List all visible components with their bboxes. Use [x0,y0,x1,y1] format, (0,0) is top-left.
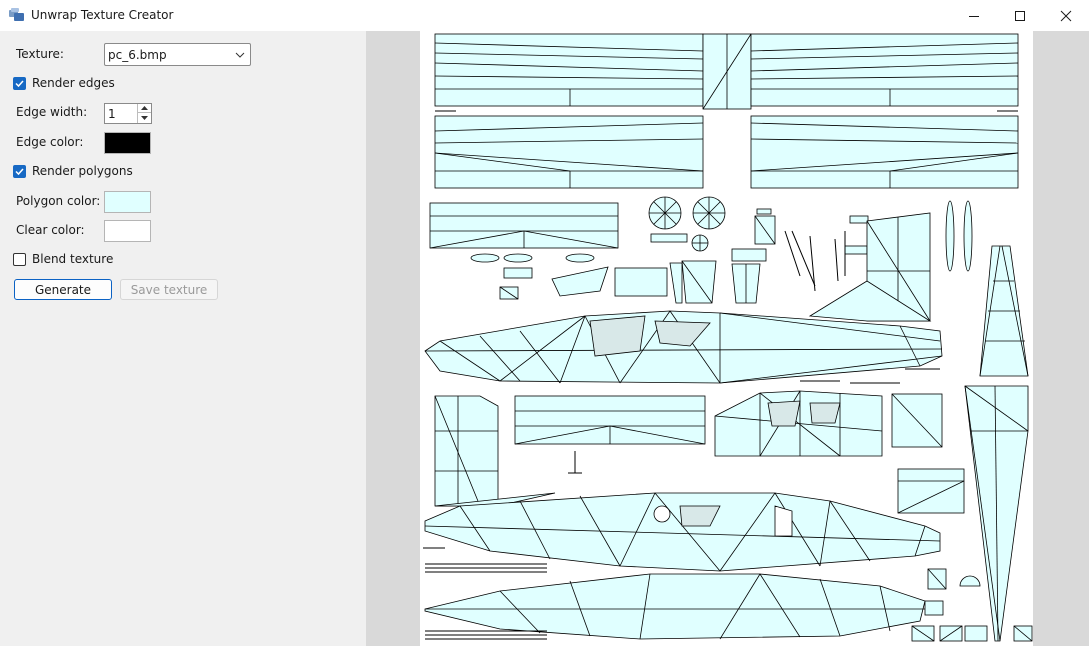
checkmark-icon [15,168,24,176]
uv-wireframe-preview [420,31,1033,646]
settings-panel: Texture: pc_6.bmp Render edges Edge widt… [0,31,366,646]
texture-select[interactable]: pc_6.bmp [104,43,251,66]
texture-select-value: pc_6.bmp [108,48,167,62]
render-edges-label[interactable]: Render edges [32,76,115,90]
edge-width-label: Edge width: [16,105,88,119]
edge-width-spin-buttons [137,104,151,123]
chevron-down-icon [235,52,245,58]
edge-color-swatch[interactable] [104,132,151,154]
edge-color-label: Edge color: [16,135,84,149]
maximize-button[interactable] [997,0,1043,31]
title-bar: Unwrap Texture Creator [0,0,1089,31]
edge-width-spinner[interactable]: 1 [104,103,152,124]
preview-panel [366,31,1089,646]
window-title: Unwrap Texture Creator [31,8,174,22]
clear-color-label: Clear color: [16,223,85,237]
close-button[interactable] [1043,0,1089,31]
generate-button[interactable]: Generate [14,279,112,300]
close-icon [1060,10,1072,21]
clear-color-swatch[interactable] [104,220,151,242]
render-polygons-label[interactable]: Render polygons [32,164,133,178]
edge-width-value[interactable]: 1 [108,107,116,121]
arrow-up-icon [141,106,148,110]
uv-wireframe-image [423,33,1033,642]
blend-texture-checkbox[interactable] [13,253,26,266]
save-texture-button: Save texture [120,279,218,300]
app-windows-icon [9,8,24,21]
polygon-color-swatch[interactable] [104,191,151,213]
minimize-button[interactable] [951,0,997,31]
texture-label: Texture: [16,47,64,61]
render-edges-checkbox[interactable] [13,77,26,90]
render-polygons-checkbox[interactable] [13,165,26,178]
spin-down-button[interactable] [138,113,151,122]
checkmark-icon [15,80,24,88]
polygon-color-label: Polygon color: [16,194,101,208]
blend-texture-label[interactable]: Blend texture [32,252,113,266]
spin-up-button[interactable] [138,104,151,113]
minimize-icon [969,15,979,17]
maximize-icon [1015,10,1025,21]
arrow-down-icon [141,115,148,120]
